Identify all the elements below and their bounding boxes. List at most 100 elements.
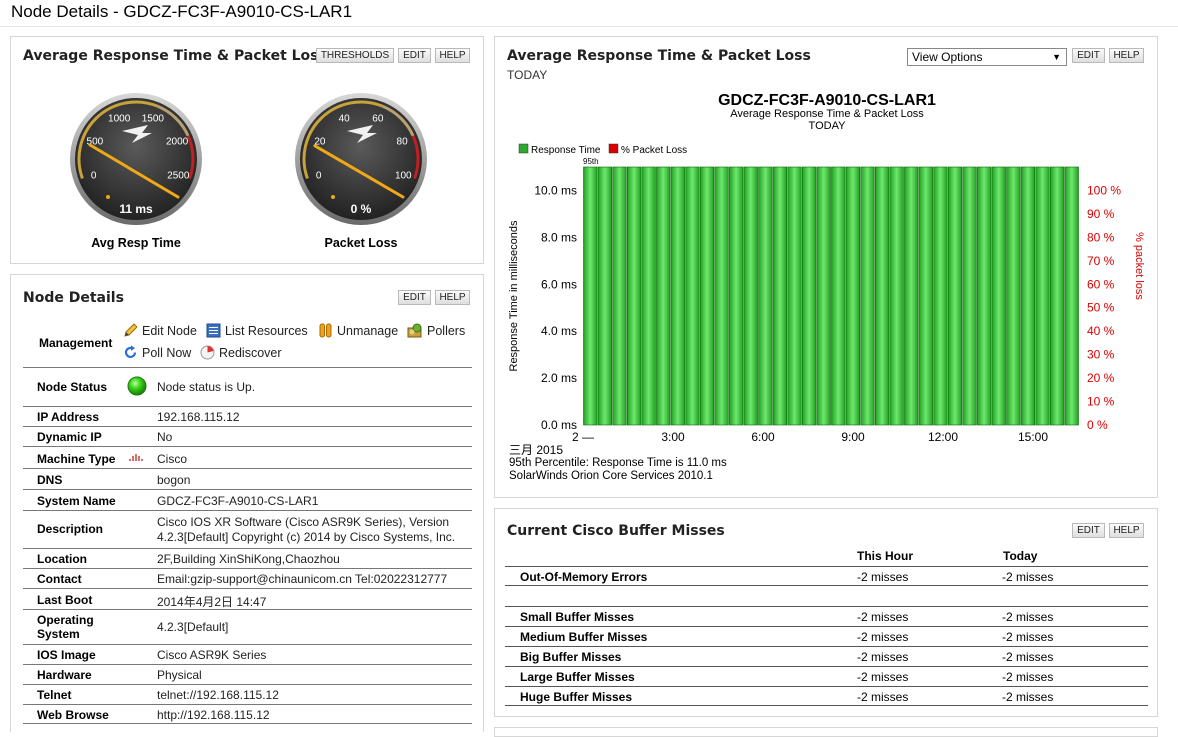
bar-response-time (904, 166, 919, 426)
panel-title: Average Response Time & Packet Loss (507, 48, 811, 64)
row-hour: -2 misses (857, 630, 909, 644)
edit-button[interactable]: EDIT (398, 290, 431, 305)
unmanage-link[interactable]: Unmanage (318, 323, 398, 338)
poll-now-label: Poll Now (142, 345, 192, 360)
view-options-select[interactable]: View Options ▼ (907, 48, 1067, 66)
list-icon (206, 323, 221, 338)
pollers-icon (407, 323, 422, 338)
x-tick-label: 12:00 (928, 430, 958, 444)
gauge-tick-label: 100 (395, 170, 412, 181)
telnet-link[interactable]: telnet://192.168.115.12 (157, 688, 279, 702)
dns-row: DNS bogon (23, 468, 472, 489)
x-tick-label: 6:00 (751, 430, 775, 444)
operating-system-label-line2: System (37, 627, 80, 641)
gauge-tick-label: 1000 (108, 113, 131, 124)
gauge-tick-label: 0 (91, 170, 97, 181)
buffer-row-large: Large Buffer Misses -2 misses -2 misses (505, 666, 1148, 686)
panel-title: Current Cisco Buffer Misses (507, 523, 725, 539)
location-row: Location 2F,Building XinShiKong,Chaozhou (23, 548, 472, 568)
rediscover-label: Rediscover (219, 345, 282, 360)
bar-response-time (1020, 166, 1036, 426)
edit-button[interactable]: EDIT (1072, 48, 1105, 63)
y-tick-label: 4.0 ms (541, 324, 577, 338)
help-button[interactable]: HELP (435, 290, 470, 305)
description-value-line2: 4.2.3[Default] Copyright (c) 2014 by Cis… (157, 530, 456, 544)
bar-response-time (729, 166, 744, 426)
hardware-value: Physical (157, 668, 202, 682)
bar-response-time (656, 166, 671, 426)
packet-loss-label: Packet Loss (324, 236, 398, 250)
response-time-chart: GDCZ-FC3F-A9010-CS-LAR1Average Response … (508, 92, 1145, 444)
help-button[interactable]: HELP (435, 48, 470, 63)
help-button[interactable]: HELP (1109, 48, 1144, 63)
hardware-row: Hardware Physical (23, 664, 472, 684)
gauge-needle-hub (106, 195, 110, 199)
machine-type-value: Cisco (157, 452, 188, 466)
hardware-label: Hardware (37, 668, 92, 682)
row-label: Out-Of-Memory Errors (520, 570, 648, 584)
dynamic-ip-value: No (157, 430, 173, 444)
edit-button[interactable]: EDIT (398, 48, 431, 63)
list-resources-label: List Resources (225, 323, 308, 338)
buffer-row-huge: Huge Buffer Misses -2 misses -2 misses (505, 686, 1148, 706)
buffer-row-small: Small Buffer Misses -2 misses -2 misses (505, 606, 1148, 626)
description-row: Description Cisco IOS XR Software (Cisco… (23, 510, 472, 548)
row-hour: -2 misses (857, 690, 909, 704)
legend-label: Response Time (531, 145, 601, 156)
row-label: Medium Buffer Misses (520, 630, 648, 644)
pollers-link[interactable]: Pollers (407, 323, 465, 338)
y2-tick-label: 100 % (1087, 183, 1121, 197)
bar-response-time (743, 166, 758, 426)
pause-icon (319, 323, 332, 338)
bar-response-time (1064, 166, 1079, 426)
bar-response-time (583, 166, 598, 426)
row-today: -2 misses (1002, 650, 1054, 664)
title-divider (0, 26, 1178, 27)
last-boot-value: 2014年4月2日 14:47 (157, 595, 267, 609)
avg-resp-time-gauge: 05001000 15002000250011 ms (70, 93, 202, 225)
bar-response-time (758, 166, 773, 426)
bar-response-time (1035, 166, 1050, 426)
gauges-panel: Average Response Time & Packet Loss THRE… (10, 36, 484, 264)
row-label: Big Buffer Misses (520, 650, 622, 664)
dynamic-ip-row: Dynamic IP No (23, 426, 472, 446)
thresholds-button[interactable]: THRESHOLDS (316, 48, 394, 63)
bar-response-time (699, 166, 715, 426)
page-title: Node Details - GDCZ-FC3F-A9010-CS-LAR1 (11, 2, 353, 21)
poll-now-link[interactable]: Poll Now (123, 345, 191, 360)
ios-image-label: IOS Image (37, 648, 96, 662)
bar-response-time (597, 166, 612, 426)
product-note: SolarWinds Orion Core Services 2010.1 (509, 470, 713, 482)
bar-response-time (918, 166, 933, 426)
legend-swatch (518, 143, 529, 154)
status-up-icon (127, 376, 147, 396)
bar-response-time (816, 166, 831, 426)
node-details-panel: Node Details EDIT HELP Management Edit N… (10, 274, 484, 732)
edit-button[interactable]: EDIT (1072, 523, 1105, 538)
machine-type-label: Machine Type (37, 452, 116, 466)
column-today: Today (1003, 549, 1038, 563)
cisco-logo-icon (129, 454, 143, 461)
contact-row: Contact Email:gzip-support@chinaunicom.c… (23, 568, 472, 588)
bar-response-time (612, 166, 627, 426)
web-browse-link[interactable]: http://192.168.115.12 (157, 708, 270, 722)
y2-tick-label: 10 % (1087, 395, 1115, 409)
rediscover-link[interactable]: Rediscover (200, 345, 282, 360)
bar-response-time (860, 166, 875, 426)
bar-response-time (889, 166, 904, 426)
chart-subtitle-period: TODAY (809, 120, 847, 132)
bar-response-time (1050, 166, 1065, 426)
row-hour: -2 misses (857, 570, 909, 584)
y2-tick-label: 30 % (1087, 348, 1115, 362)
list-resources-link[interactable]: List Resources (206, 323, 308, 338)
bar-response-time (772, 166, 788, 426)
edit-node-link[interactable]: Edit Node (123, 323, 197, 338)
bar-response-time (947, 166, 963, 426)
ip-address-value: 192.168.115.12 (157, 410, 240, 424)
help-button[interactable]: HELP (1109, 523, 1144, 538)
location-label: Location (37, 552, 87, 566)
bar-response-time (991, 166, 1006, 426)
dropdown-arrow-icon: ▼ (1052, 52, 1061, 62)
x-tick-label: 15:00 (1018, 430, 1048, 444)
gauge-needle-hub (331, 195, 335, 199)
